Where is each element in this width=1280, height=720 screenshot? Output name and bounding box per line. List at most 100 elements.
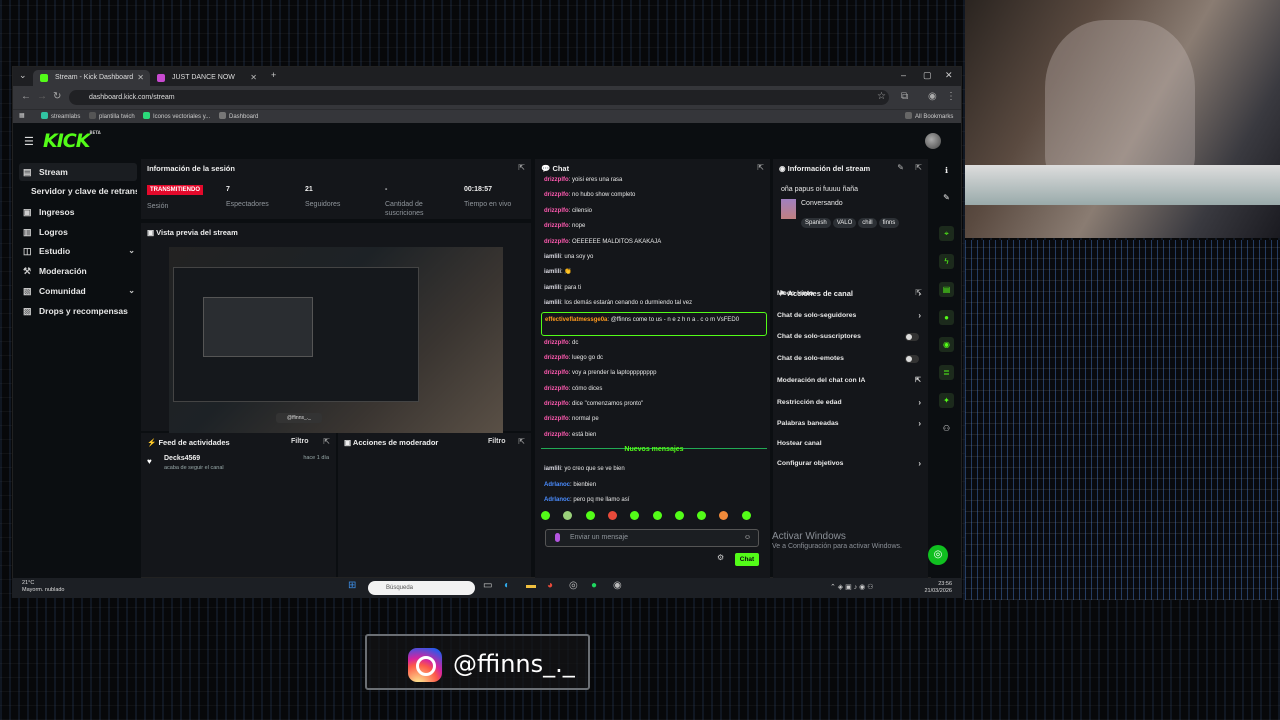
chat-username[interactable]: drizzplfo	[544, 370, 569, 376]
chat-username[interactable]: drizzplfo	[544, 239, 569, 245]
explorer-icon[interactable]: ▬	[526, 580, 536, 591]
channel-action-item[interactable]: Moderación del chat con IA ⇱	[777, 372, 923, 390]
sidebar-item-stream[interactable]: ▤ Stream	[19, 163, 137, 181]
emote-icon[interactable]	[541, 511, 550, 520]
emote-icon[interactable]	[741, 511, 751, 520]
chat-username[interactable]: iamlili	[544, 269, 561, 275]
sidebar-item-logros[interactable]: ▥ Logros	[19, 223, 137, 241]
bookmark-plantilla[interactable]: plantilla twich	[89, 112, 135, 120]
popout-icon[interactable]: ⇱	[518, 163, 525, 172]
extensions-icon[interactable]: ⧉	[901, 91, 908, 102]
chat-username[interactable]: drizzplfo	[544, 208, 569, 214]
emote-icon[interactable]	[607, 511, 617, 520]
taskbar-search[interactable]: Búsqueda	[368, 581, 475, 595]
emote-icon[interactable]	[630, 511, 640, 520]
tab-menu-icon[interactable]: ⌄	[19, 70, 27, 81]
popout-icon[interactable]: ⇱	[757, 163, 764, 172]
chat-bubble-icon[interactable]: ●	[939, 310, 954, 325]
chat-username[interactable]: drizzplfo	[544, 340, 569, 346]
emote-icon[interactable]	[652, 511, 662, 520]
channel-action-item[interactable]: Hostear canal	[777, 435, 923, 453]
popout-icon[interactable]: ⇱	[518, 437, 525, 446]
obs-icon[interactable]: ◉	[613, 580, 622, 591]
chat-username[interactable]: iamlili	[544, 285, 561, 291]
sidebar-item-comunidad[interactable]: ▧ Comunidad ⌄	[19, 282, 137, 300]
toggle-switch[interactable]	[905, 355, 919, 363]
avatar[interactable]	[925, 133, 941, 149]
raid-icon[interactable]: ⚇	[939, 421, 954, 436]
sidebar-item-estudio[interactable]: ◫ Estudio ⌄	[19, 242, 137, 260]
chat-username[interactable]: drizzplfo	[544, 416, 569, 422]
channel-action-item[interactable]: Configurar objetivos ›	[777, 455, 923, 473]
info-icon[interactable]: ℹ	[939, 163, 954, 178]
chat-username[interactable]: Adrlanoc	[544, 497, 570, 503]
chat-username[interactable]: drizzplfo	[544, 223, 569, 229]
close-tab-icon[interactable]: ✕	[137, 70, 144, 86]
weather-widget[interactable]: 21°C Mayorm. nublado	[22, 580, 65, 594]
channel-action-item[interactable]: Chat de solo-emotes	[777, 350, 923, 368]
url-field[interactable]: dashboard.kick.com/stream	[69, 90, 889, 105]
chat-username[interactable]: drizzplfo	[544, 355, 569, 361]
wrench-icon[interactable]: ✦	[939, 393, 954, 408]
layers-icon[interactable]: ≣	[939, 365, 954, 380]
new-messages-divider[interactable]: Nuevos mensajes	[541, 446, 767, 462]
emote-icon[interactable]	[585, 511, 595, 520]
chat-username[interactable]: drizzplfo	[544, 401, 569, 407]
channel-action-item[interactable]: Modo lento ›	[777, 285, 923, 303]
forward-icon[interactable]: →	[37, 91, 47, 102]
sidebar-item-server-key[interactable]: Servidor y clave de retransmisión	[19, 182, 137, 200]
back-icon[interactable]: ←	[21, 91, 31, 102]
mod-filter-button[interactable]: Filtro	[488, 438, 506, 445]
broadcast-icon[interactable]: ◉	[939, 337, 954, 352]
bookmark-streamlabs[interactable]: streamlabs	[41, 112, 80, 120]
channel-action-item[interactable]: Restricción de edad ›	[777, 394, 923, 412]
app-icon[interactable]: ◎	[569, 580, 578, 591]
hamburger-menu-icon[interactable]: ☰	[24, 135, 34, 148]
chat-settings-icon[interactable]: ⚙	[717, 553, 724, 562]
chat-username[interactable]: drizzplfo	[544, 192, 569, 198]
apps-icon[interactable]: ▦	[19, 112, 25, 119]
edge-icon[interactable]: ◐	[504, 580, 510, 591]
chat-username[interactable]: iamlili	[544, 300, 561, 306]
new-tab-icon[interactable]: +	[271, 70, 276, 80]
kick-logo[interactable]: KICKBETA	[43, 130, 101, 152]
sidebar-item-moderacion[interactable]: ⚒ Moderación	[19, 262, 137, 280]
chat-input[interactable]: Enviar un mensaje ☺	[545, 529, 759, 547]
chat-username[interactable]: effectiveflatmessge0a	[545, 317, 607, 323]
toggle-switch[interactable]	[905, 333, 919, 341]
mic-icon[interactable]	[555, 533, 560, 542]
tab-just-dance[interactable]: JUST DANCE NOW ✕	[150, 70, 263, 86]
tag-chip[interactable]: Spanish	[801, 218, 831, 228]
maximize-icon[interactable]: ▢	[923, 70, 932, 81]
note-icon[interactable]: ▤	[939, 282, 954, 297]
clock[interactable]: 23:56 21/03/2026	[924, 581, 952, 595]
minimize-icon[interactable]: –	[901, 70, 906, 80]
sidebar-item-drops[interactable]: ▨ Drops y recompensas	[19, 302, 137, 320]
all-bookmarks[interactable]: All Bookmarks	[905, 112, 953, 120]
stream-preview[interactable]: @ffinns_._	[169, 247, 503, 433]
emote-icon[interactable]	[674, 511, 684, 520]
bookmark-iconos[interactable]: Iconos vectoriales y...	[143, 112, 210, 120]
popout-icon[interactable]: ⇱	[323, 437, 330, 446]
support-button[interactable]: ◎	[928, 545, 948, 565]
close-tab-icon[interactable]: ✕	[250, 70, 257, 86]
channel-action-item[interactable]: Palabras baneadas ›	[777, 415, 923, 433]
emote-icon[interactable]	[719, 511, 729, 520]
chat-username[interactable]: iamlili	[544, 254, 561, 260]
spotify-icon[interactable]: ●	[591, 580, 597, 591]
pencil-icon[interactable]: ✎	[939, 190, 954, 205]
popout-icon[interactable]: ⇱	[915, 163, 922, 172]
channel-action-item[interactable]: Chat de solo-seguidores ›	[777, 307, 923, 325]
emote-icon[interactable]	[563, 511, 573, 520]
task-view-icon[interactable]: ▭	[483, 580, 492, 591]
reload-icon[interactable]: ↻	[53, 91, 61, 102]
profile-icon[interactable]: ◉	[928, 91, 937, 102]
emote-icon[interactable]	[697, 511, 707, 520]
clip-icon[interactable]: ⌖	[939, 226, 954, 241]
channel-action-item[interactable]: Chat de solo-suscriptores	[777, 328, 923, 346]
start-icon[interactable]: ⊞	[348, 580, 356, 591]
chat-username[interactable]: drizzplfo	[544, 432, 569, 438]
lightning-icon[interactable]: ϟ	[939, 254, 954, 269]
tag-chip[interactable]: chill	[858, 218, 877, 228]
tag-chip[interactable]: finns	[878, 218, 900, 228]
